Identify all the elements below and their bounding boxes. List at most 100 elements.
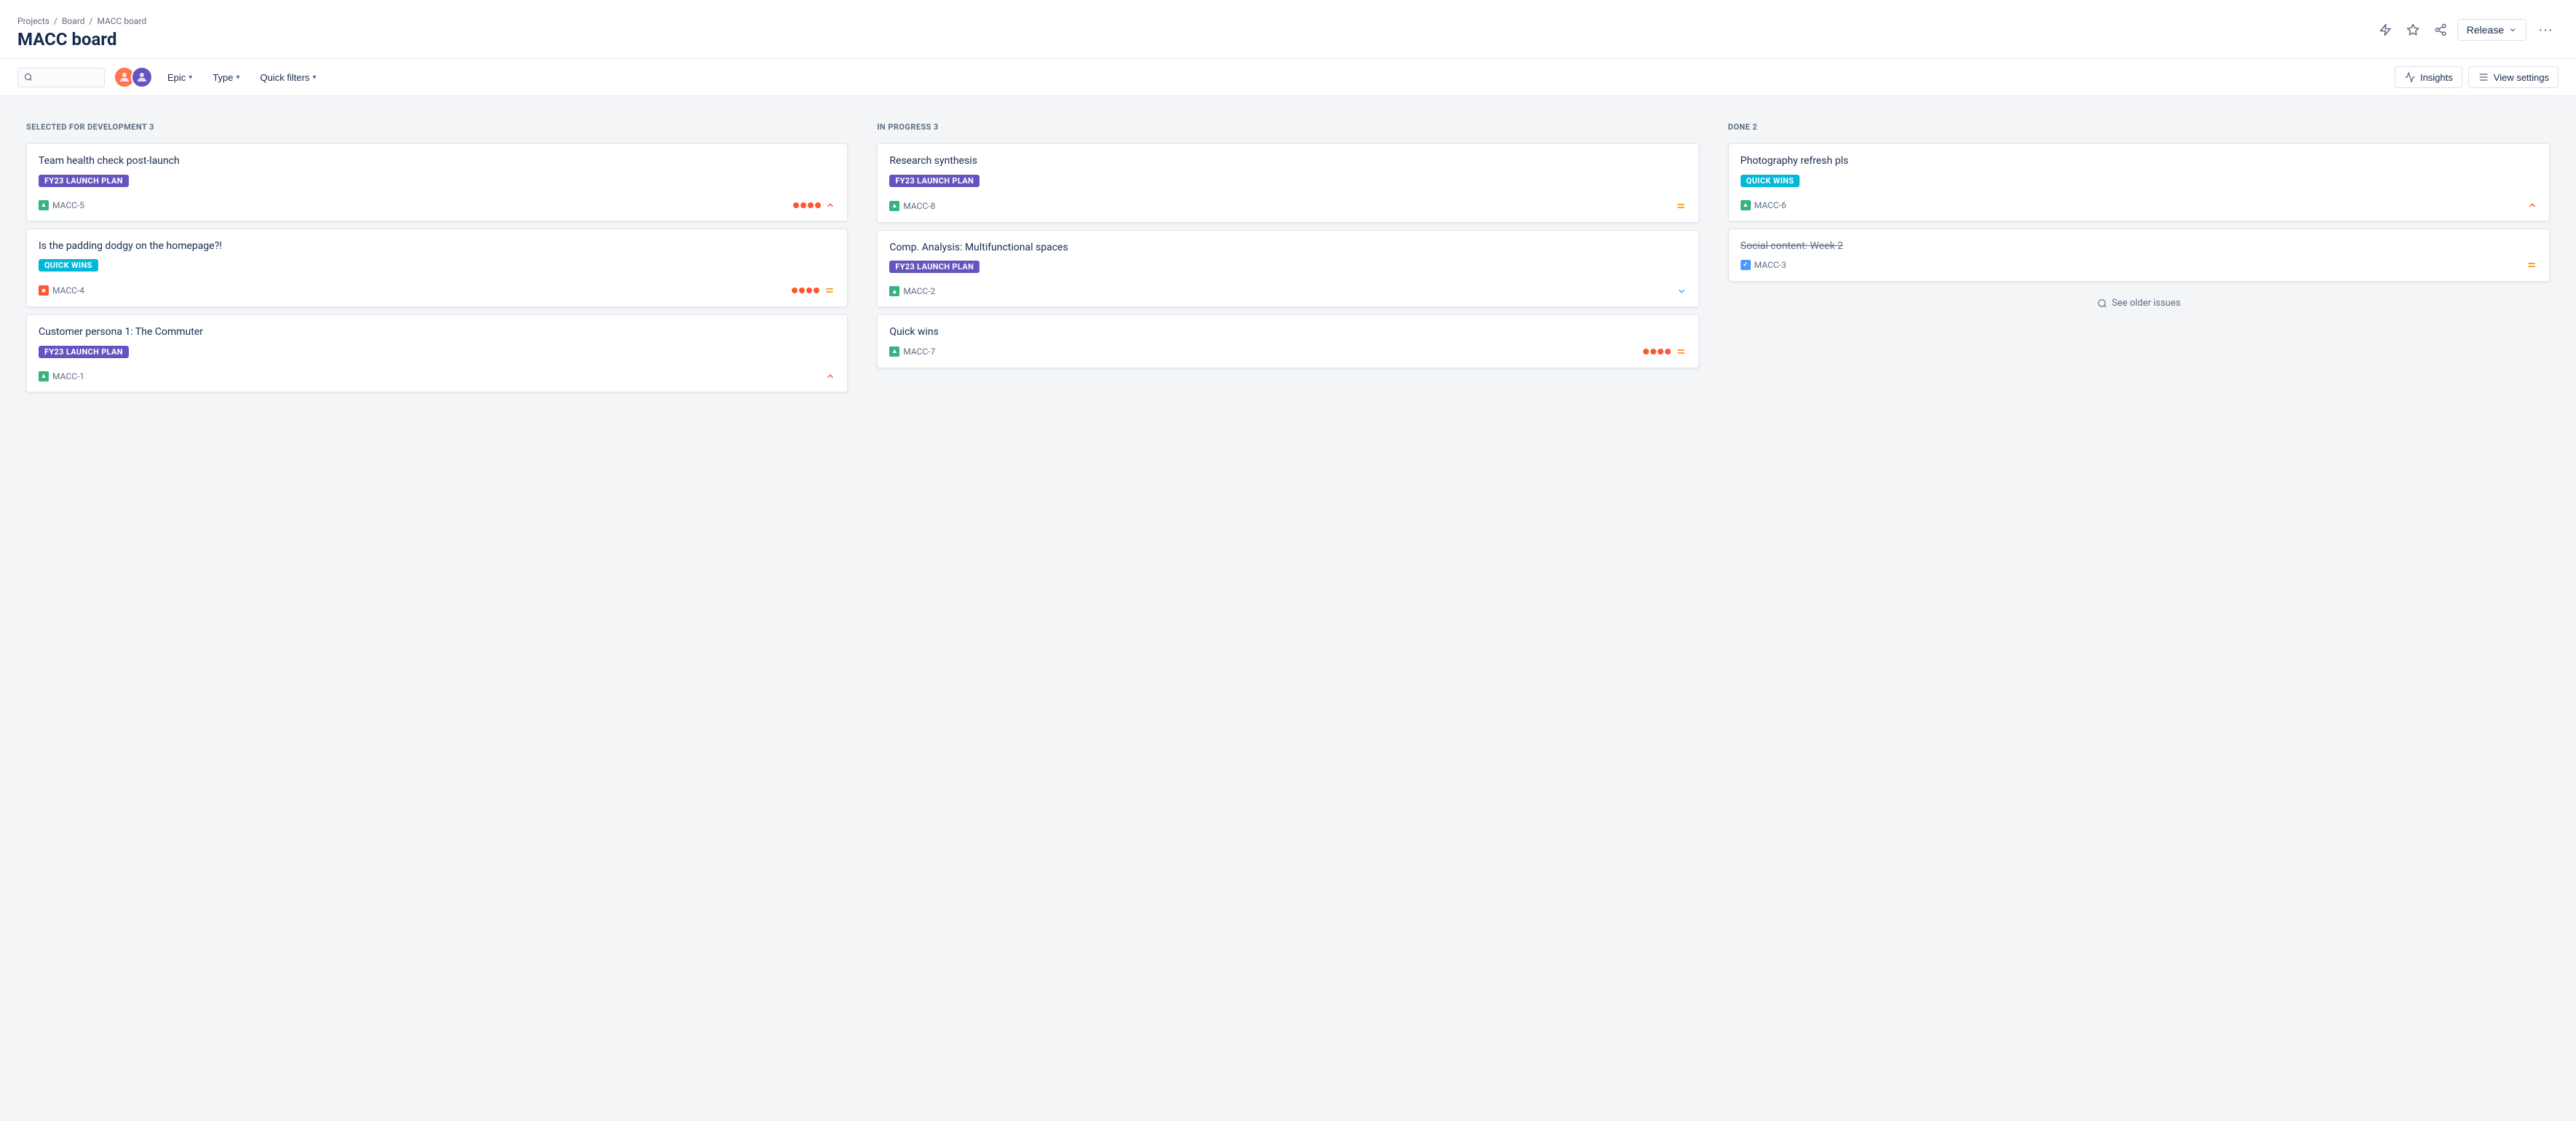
card-card-macc6[interactable]: Photography refresh pls QUICK WINS ▲ MAC… <box>1728 143 2550 221</box>
issue-id-text: MACC-7 <box>903 346 935 357</box>
column-header-2: DONE 2 <box>1728 119 2550 135</box>
type-chevron-icon: ▾ <box>236 74 240 82</box>
issue-id-text: MACC-2 <box>903 286 935 296</box>
dot1 <box>1643 349 1649 354</box>
epic-filter-button[interactable]: Epic ▾ <box>162 68 198 87</box>
card-tag: QUICK WINS <box>1741 175 1800 187</box>
card-tag: FY23 LAUNCH PLAN <box>39 346 129 358</box>
release-chevron-icon <box>2508 25 2517 34</box>
card-meta <box>1677 286 1687 296</box>
story-icon: ▲ <box>39 200 49 210</box>
breadcrumb-projects[interactable]: Projects <box>17 16 49 26</box>
quick-filters-button[interactable]: Quick filters ▾ <box>255 68 322 87</box>
issue-id-text: MACC-4 <box>52 285 84 296</box>
toolbar: Epic ▾ Type ▾ Quick filters ▾ Insights V… <box>0 59 2576 96</box>
share-icon <box>2434 23 2447 36</box>
lightning-button[interactable] <box>2374 19 2396 41</box>
avatar-2[interactable] <box>131 66 153 88</box>
see-older-issues[interactable]: See older issues <box>1728 289 2550 317</box>
card-footer: ✓ MACC-3 <box>1741 259 2537 271</box>
dot3 <box>806 288 812 293</box>
column-col-selected: SELECTED FOR DEVELOPMENT 3 Team health c… <box>17 111 856 1106</box>
card-card-macc7[interactable]: Quick wins ▲ MACC-7 <box>877 314 1698 368</box>
release-label: Release <box>2467 24 2504 36</box>
story-icon: ▲ <box>889 286 899 296</box>
column-col-done: DONE 2 Photography refresh pls QUICK WIN… <box>1720 111 2559 1106</box>
board: SELECTED FOR DEVELOPMENT 3 Team health c… <box>0 96 2576 1121</box>
search-older-icon <box>2097 298 2107 309</box>
toolbar-right: Insights View settings <box>2395 66 2559 88</box>
toolbar-left: Epic ▾ Type ▾ Quick filters ▾ <box>17 66 322 88</box>
card-card-macc1[interactable]: Customer persona 1: The Commuter FY23 LA… <box>26 314 848 392</box>
card-title: Customer persona 1: The Commuter <box>39 325 835 340</box>
card-card-macc5[interactable]: Team health check post-launch FY23 LAUNC… <box>26 143 848 221</box>
search-input[interactable] <box>33 72 98 83</box>
card-meta <box>793 200 835 210</box>
type-label: Type <box>212 72 233 83</box>
dot1 <box>793 202 799 208</box>
star-button[interactable] <box>2402 19 2424 41</box>
more-button[interactable]: ··· <box>2532 17 2559 43</box>
card-id: ▲ MACC-7 <box>889 346 935 357</box>
dot3 <box>808 202 814 208</box>
column-header-0: SELECTED FOR DEVELOPMENT 3 <box>26 119 848 135</box>
card-card-macc3[interactable]: Social content: Week 2 ✓ MACC-3 <box>1728 229 2550 282</box>
card-title: Team health check post-launch <box>39 154 835 169</box>
card-footer: ▲ MACC-8 <box>889 200 1686 212</box>
dot4 <box>815 202 821 208</box>
card-title: Comp. Analysis: Multifunctional spaces <box>889 241 1686 256</box>
story-icon: ▲ <box>39 371 49 381</box>
card-id: ▲ MACC-6 <box>1741 200 1786 210</box>
card-meta <box>792 285 835 296</box>
dot4 <box>1665 349 1671 354</box>
priority-eq-icon <box>2526 259 2537 271</box>
story-icon: ▲ <box>889 346 899 357</box>
insights-icon <box>2404 71 2416 83</box>
breadcrumb-sep1: / <box>54 16 57 26</box>
view-settings-button[interactable]: View settings <box>2468 66 2559 88</box>
type-filter-button[interactable]: Type ▾ <box>207 68 245 87</box>
breadcrumb-board[interactable]: Board <box>62 16 85 26</box>
card-id: ▲ MACC-8 <box>889 201 935 211</box>
card-id: ▲ MACC-2 <box>889 286 935 296</box>
card-meta <box>1675 200 1687 212</box>
card-tag: QUICK WINS <box>39 259 98 272</box>
quick-filters-chevron-icon: ▾ <box>312 74 316 82</box>
insights-button[interactable]: Insights <box>2395 66 2462 88</box>
card-card-macc2[interactable]: Comp. Analysis: Multifunctional spaces F… <box>877 230 1698 308</box>
star-icon <box>2406 23 2420 36</box>
release-button[interactable]: Release <box>2457 19 2527 41</box>
card-footer: ▲ MACC-1 <box>39 371 835 381</box>
card-meta <box>1643 346 1687 357</box>
card-title: Social content: Week 2 <box>1741 239 2537 254</box>
dot2 <box>800 202 806 208</box>
view-settings-icon <box>2478 71 2489 83</box>
priority-dots <box>792 288 819 293</box>
see-older-label: See older issues <box>2112 298 2181 309</box>
card-title: Is the padding dodgy on the homepage?! <box>39 239 835 254</box>
dot3 <box>1658 349 1663 354</box>
card-meta <box>2526 259 2537 271</box>
share-button[interactable] <box>2430 19 2452 41</box>
card-footer: ▲ MACC-6 <box>1741 200 2537 210</box>
card-meta <box>2527 200 2537 210</box>
breadcrumb-current: MACC board <box>97 16 146 26</box>
priority-eq-icon <box>1675 346 1687 357</box>
issue-id-text: MACC-3 <box>1754 260 1786 270</box>
dot4 <box>814 288 819 293</box>
priority-up-icon <box>2527 200 2537 210</box>
search-box[interactable] <box>17 68 105 87</box>
epic-chevron-icon: ▾ <box>188 74 192 82</box>
dot2 <box>799 288 805 293</box>
card-footer: ■ MACC-4 <box>39 285 835 296</box>
card-id: ✓ MACC-3 <box>1741 260 1786 270</box>
story-icon: ▲ <box>1741 200 1751 210</box>
priority-up-icon <box>825 371 835 381</box>
card-footer: ▲ MACC-7 <box>889 346 1686 357</box>
card-card-macc8[interactable]: Research synthesis FY23 LAUNCH PLAN ▲ MA… <box>877 143 1698 223</box>
card-card-macc4[interactable]: Is the padding dodgy on the homepage?! Q… <box>26 229 848 308</box>
column-header-1: IN PROGRESS 3 <box>877 119 1698 135</box>
column-col-inprogress: IN PROGRESS 3 Research synthesis FY23 LA… <box>868 111 1707 1106</box>
priority-eq-icon <box>824 285 835 296</box>
insights-label: Insights <box>2420 72 2453 83</box>
